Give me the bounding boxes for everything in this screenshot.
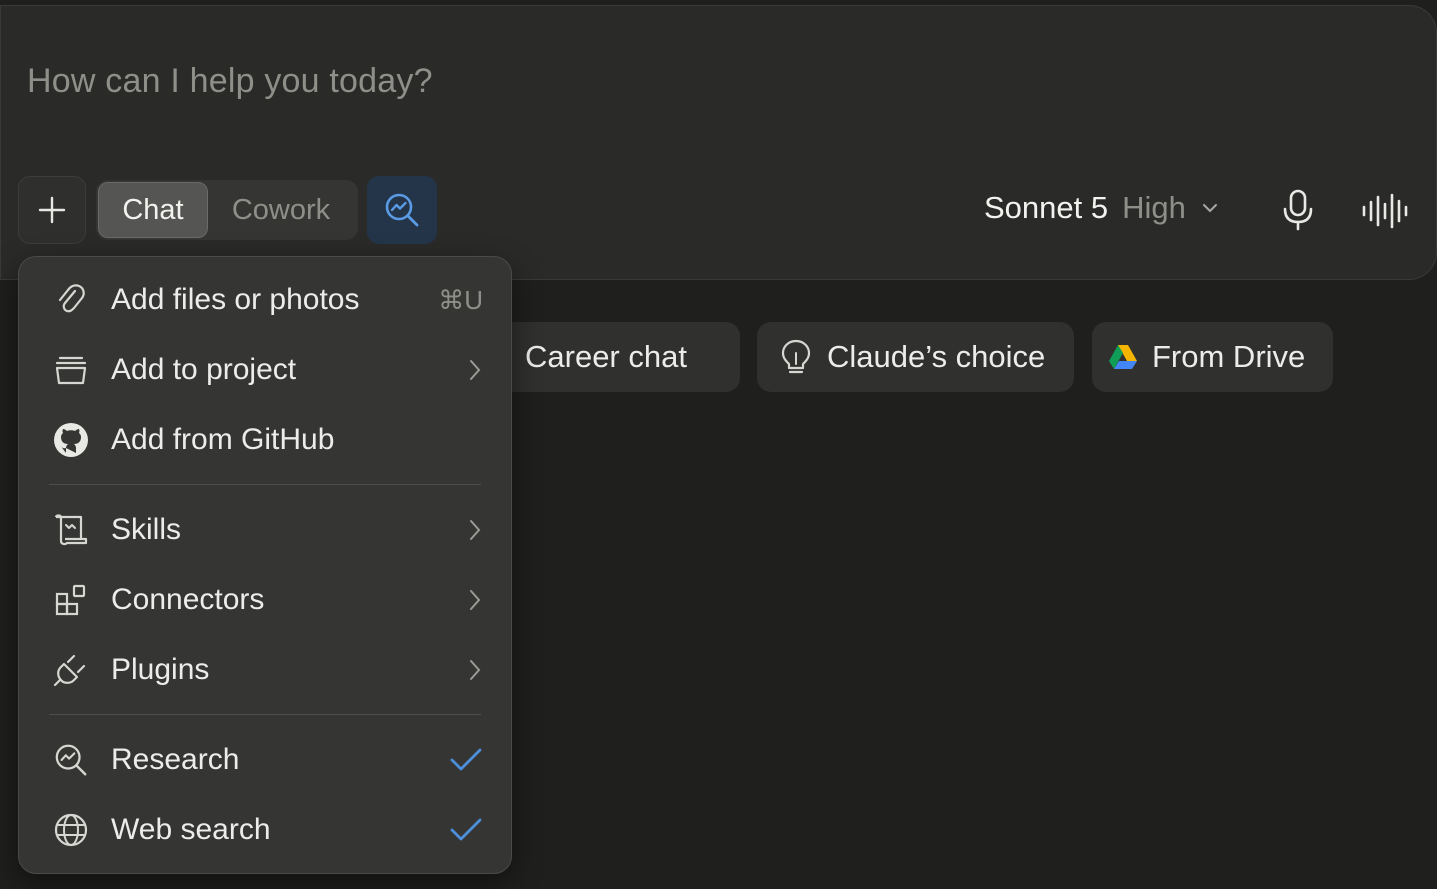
model-name: Sonnet 5 xyxy=(984,190,1109,225)
dictation-button[interactable] xyxy=(1278,188,1318,232)
menu-item-label: Add files or photos xyxy=(111,283,360,316)
menu-item-plugins[interactable]: Plugins xyxy=(19,639,513,701)
menu-item-label: Add from GitHub xyxy=(111,423,335,456)
chevron-right-icon xyxy=(467,357,483,383)
prompt-input[interactable]: How can I help you today? xyxy=(27,62,433,101)
checkmark-icon xyxy=(449,747,483,773)
voice-mode-button[interactable] xyxy=(1360,192,1410,230)
research-icon xyxy=(385,193,419,227)
chevron-down-icon xyxy=(1202,204,1217,213)
menu-item-skills[interactable]: Skills xyxy=(19,499,513,561)
google-drive-icon xyxy=(1109,345,1137,369)
attach-menu: Add files or photos ⌘U Add to project Ad… xyxy=(18,256,512,874)
globe-icon xyxy=(53,812,89,848)
lightbulb-icon xyxy=(781,339,811,374)
menu-item-web-search[interactable]: Web search xyxy=(19,799,513,861)
menu-item-label: Web search xyxy=(111,813,271,846)
paperclip-icon xyxy=(53,282,89,318)
suggestion-label: Claude’s choice xyxy=(827,339,1046,374)
checkmark-icon xyxy=(449,817,483,843)
mode-toggle: Chat Cowork xyxy=(96,180,358,240)
menu-item-label: Skills xyxy=(111,513,182,546)
attach-menu-button[interactable] xyxy=(18,176,86,244)
grid-plus-icon xyxy=(53,582,89,618)
menu-item-label: Research xyxy=(111,743,240,776)
research-toggle-button[interactable] xyxy=(367,176,437,244)
suggestion-label: Career chat xyxy=(525,339,687,374)
suggestion-claudes-choice[interactable]: Claude’s choice xyxy=(757,322,1074,392)
shortcut-label: ⌘U xyxy=(438,284,483,315)
chevron-right-icon xyxy=(467,657,483,683)
menu-item-add-to-project[interactable]: Add to project xyxy=(19,339,513,401)
mode-cowork[interactable]: Cowork xyxy=(208,182,354,238)
menu-divider xyxy=(49,714,481,715)
menu-item-label: Connectors xyxy=(111,583,265,616)
menu-item-connectors[interactable]: Connectors xyxy=(19,569,513,631)
menu-item-add-from-github[interactable]: Add from GitHub xyxy=(19,409,513,471)
plus-icon xyxy=(38,196,66,224)
project-box-icon xyxy=(53,352,89,388)
suggestion-label: From Drive xyxy=(1152,339,1306,374)
plug-icon xyxy=(53,652,89,688)
scroll-icon xyxy=(53,512,89,548)
voice-waveform-icon xyxy=(1362,193,1408,229)
mode-chat[interactable]: Chat xyxy=(98,182,208,238)
microphone-icon xyxy=(1283,189,1313,231)
model-effort: High xyxy=(1122,190,1186,225)
menu-divider xyxy=(49,484,481,485)
menu-item-label: Add to project xyxy=(111,353,297,386)
chevron-right-icon xyxy=(467,587,483,613)
model-selector[interactable]: Sonnet 5 High xyxy=(984,190,1220,226)
menu-item-label: Plugins xyxy=(111,653,210,686)
chevron-right-icon xyxy=(467,517,483,543)
menu-item-add-files[interactable]: Add files or photos ⌘U xyxy=(19,269,513,331)
github-icon xyxy=(53,422,89,458)
menu-item-research[interactable]: Research xyxy=(19,729,513,791)
suggestion-from-drive[interactable]: From Drive xyxy=(1092,322,1333,392)
research-icon xyxy=(53,742,89,778)
